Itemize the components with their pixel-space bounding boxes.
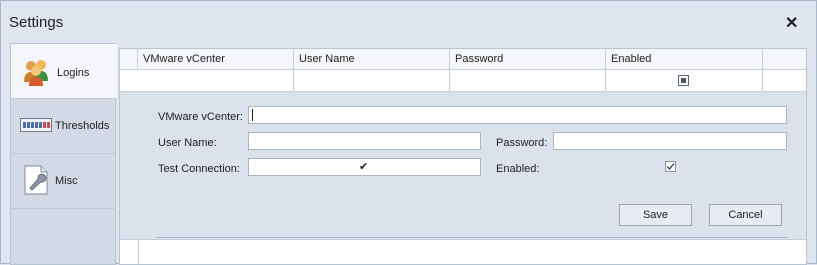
nav-item-label: Thresholds: [55, 120, 110, 132]
nav-item-thresholds[interactable]: Thresholds: [11, 99, 115, 154]
vcenter-label: VMware vCenter:: [158, 111, 243, 123]
wrench-icon: [24, 165, 48, 195]
nav-item-label: Logins: [57, 67, 90, 79]
column-header-enabled[interactable]: Enabled: [606, 49, 763, 69]
filter-cell-username[interactable]: [294, 70, 450, 91]
checkmark-icon: [666, 163, 675, 170]
title-bar: Settings ✕: [1, 1, 816, 41]
form-separator: [156, 237, 788, 238]
username-input[interactable]: [248, 132, 481, 150]
header-indicator-cell: [120, 49, 138, 69]
column-header-username[interactable]: User Name: [294, 49, 450, 69]
settings-window: Settings ✕ Logins Thresholds Misc VMware…: [0, 0, 817, 265]
column-header-password[interactable]: Password: [450, 49, 606, 69]
logins-grid: ▼ Ι VMware vCenter User Name Password En…: [119, 48, 807, 265]
test-connection-button[interactable]: ✔: [248, 158, 481, 176]
nav-item-misc[interactable]: Misc: [11, 154, 115, 209]
enabled-checkbox[interactable]: [665, 161, 676, 172]
edit-form-panel: VMware vCenter: User Name: Password: Tes…: [120, 92, 806, 240]
check-icon: ✔: [359, 161, 369, 173]
grid-header: VMware vCenter User Name Password Enable…: [120, 49, 806, 70]
gauge-icon: [20, 118, 52, 132]
nav-item-label: Misc: [55, 175, 78, 187]
cancel-button[interactable]: Cancel: [709, 204, 782, 226]
filter-cell-password[interactable]: [450, 70, 606, 91]
filter-enabled-checkbox[interactable]: [678, 75, 689, 86]
password-label: Password:: [496, 137, 548, 149]
users-icon: [24, 60, 48, 86]
nav-item-logins[interactable]: Logins: [11, 44, 117, 99]
test-connection-label: Test Connection:: [158, 163, 240, 175]
password-input[interactable]: [553, 132, 787, 150]
filter-cell-vcenter[interactable]: [138, 70, 294, 91]
column-header-vcenter[interactable]: VMware vCenter: [138, 49, 294, 69]
vcenter-input[interactable]: [248, 106, 787, 124]
settings-nav: Logins Thresholds Misc: [10, 43, 117, 265]
save-button[interactable]: Save: [619, 204, 692, 226]
window-title: Settings: [9, 14, 64, 31]
close-icon[interactable]: ✕: [785, 13, 798, 33]
username-label: User Name:: [158, 137, 217, 149]
enabled-label: Enabled:: [496, 163, 540, 175]
filter-cell-enabled[interactable]: [606, 70, 763, 91]
filter-row: [120, 70, 806, 92]
